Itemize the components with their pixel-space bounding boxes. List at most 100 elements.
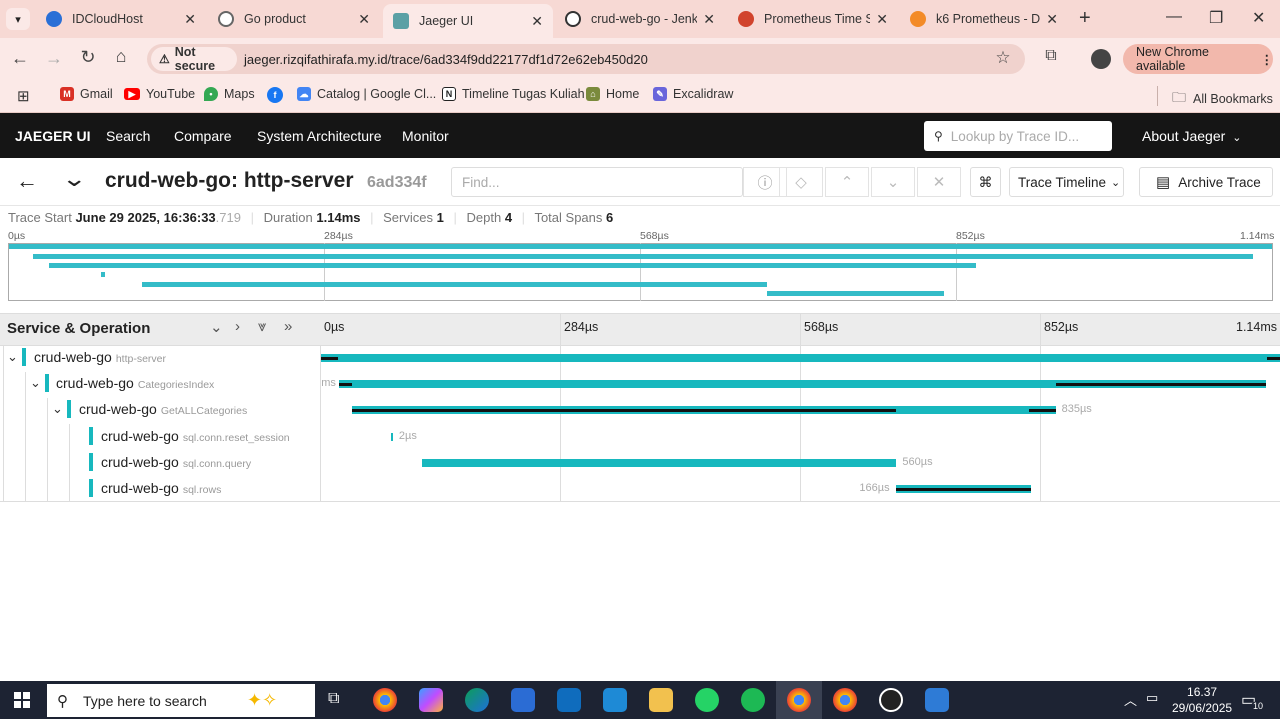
close-icon[interactable]: ✕ xyxy=(531,13,543,30)
apps-icon[interactable]: ⊞ xyxy=(17,87,30,105)
bookmark-catalog[interactable]: ☁ Catalog | Google Cl... xyxy=(297,87,436,101)
back-arrow-icon[interactable]: ← xyxy=(16,168,38,194)
bookmark-youtube[interactable]: ▶ YouTube xyxy=(124,87,195,101)
trace-view-select[interactable]: Trace Timeline ⌄ xyxy=(1009,167,1124,197)
browser-tab[interactable]: Go product ✕ xyxy=(208,4,380,34)
span-name[interactable]: crud-web-go sql.conn.reset_session xyxy=(101,428,290,444)
taskbar-search-box[interactable]: ⚲ Type here to search ✦✧ xyxy=(47,684,315,717)
trace-id-lookup-input[interactable]: ⚲ Lookup by Trace ID... xyxy=(924,121,1112,151)
file-explorer-icon[interactable] xyxy=(649,688,673,712)
browser-tab[interactable]: IDCloudHost ✕ xyxy=(36,4,206,34)
span-name-column xyxy=(0,346,321,502)
keyboard-shortcuts-icon[interactable]: ⌘ xyxy=(970,167,1001,197)
profile-avatar[interactable] xyxy=(1091,49,1111,69)
browser-tab[interactable]: Prometheus Time Series ✕ xyxy=(728,4,898,34)
obs-icon[interactable] xyxy=(879,688,903,712)
span-name[interactable]: crud-web-go CategoriesIndex xyxy=(56,375,214,391)
close-icon[interactable]: ✕ xyxy=(703,11,715,28)
expand-one-icon[interactable]: › xyxy=(235,318,240,335)
reload-icon[interactable]: ↻ xyxy=(77,47,99,68)
spotify-icon[interactable] xyxy=(741,688,765,712)
browser-tab[interactable]: crud-web-go - Jenkins ✕ xyxy=(555,4,725,34)
tree-indent-guide xyxy=(25,372,26,502)
chevron-down-icon[interactable]: ⌄ xyxy=(30,375,41,391)
jaeger-brand[interactable]: JAEGER UI xyxy=(15,128,90,144)
not-secure-badge[interactable]: ⚠ Not secure xyxy=(151,45,237,73)
windows-start-icon[interactable] xyxy=(14,692,30,708)
chevron-down-icon[interactable]: ⌄ xyxy=(7,349,18,365)
close-icon[interactable]: ✕ xyxy=(876,11,888,28)
taskbar-clock[interactable]: 16.37 29/06/2025 xyxy=(1172,684,1232,716)
chevron-down-icon: ▾ xyxy=(15,13,21,26)
battery-icon[interactable]: ▭ xyxy=(1146,690,1158,706)
total-spans-value: 6 xyxy=(606,210,614,225)
store-icon[interactable] xyxy=(511,688,535,712)
collapse-all-icon[interactable]: » xyxy=(284,318,292,335)
copilot-icon[interactable] xyxy=(419,688,443,712)
prev-match-icon[interactable]: ⌃ xyxy=(825,167,869,197)
browser-tab-active[interactable]: Jaeger UI ✕ xyxy=(383,4,553,38)
task-view-icon[interactable]: ⧉ xyxy=(328,690,339,708)
forward-icon[interactable]: → xyxy=(43,48,65,69)
collapse-chevron-icon[interactable]: ⌄ xyxy=(61,166,87,192)
nav-system-architecture[interactable]: System Architecture xyxy=(257,128,382,144)
whatsapp-icon[interactable] xyxy=(695,688,719,712)
minimize-button[interactable]: — xyxy=(1166,8,1182,26)
chrome-icon[interactable] xyxy=(833,688,857,712)
span-name[interactable]: crud-web-go http-server xyxy=(34,349,166,365)
remote-desktop-icon[interactable] xyxy=(925,688,949,712)
extensions-icon[interactable]: ⧉ xyxy=(1040,47,1062,65)
all-bookmarks-button[interactable]: 🗀 All Bookmarks xyxy=(1172,87,1273,111)
new-tab-button[interactable]: + xyxy=(1079,7,1091,30)
span-name[interactable]: crud-web-go sql.rows xyxy=(101,480,221,496)
globe-icon xyxy=(218,11,234,27)
span-bar[interactable] xyxy=(321,354,1280,362)
close-icon[interactable]: ✕ xyxy=(1046,11,1058,28)
nav-monitor[interactable]: Monitor xyxy=(402,128,449,144)
tab-search-button[interactable]: ▾ xyxy=(6,8,30,30)
archive-trace-button[interactable]: ▤ Archive Trace xyxy=(1139,167,1273,197)
trace-title: crud-web-go: http-server xyxy=(105,169,354,192)
close-window-button[interactable]: ✕ xyxy=(1252,8,1265,28)
url-text[interactable]: jaeger.rizqifathirafa.my.id/trace/6ad334… xyxy=(244,52,648,67)
chevron-down-icon[interactable]: ⌄ xyxy=(52,401,63,417)
home-icon[interactable]: ⌂ xyxy=(110,46,132,67)
timeline-header xyxy=(0,313,1280,346)
next-match-icon[interactable]: ⌄ xyxy=(871,167,915,197)
minimap-span-bar xyxy=(49,263,977,268)
span-bar[interactable] xyxy=(421,458,897,467)
bookmark-gmail[interactable]: M Gmail xyxy=(60,87,113,101)
close-icon[interactable]: ✕ xyxy=(358,11,370,28)
chrome-icon[interactable] xyxy=(373,688,397,712)
locate-icon[interactable]: ◇ xyxy=(779,167,823,197)
nav-search[interactable]: Search xyxy=(106,128,150,144)
home-bookmark-icon: ⌂ xyxy=(586,87,600,101)
edge-icon[interactable] xyxy=(465,688,489,712)
chrome-profile-icon[interactable] xyxy=(787,688,811,712)
nav-compare[interactable]: Compare xyxy=(174,128,232,144)
show-hidden-icons[interactable]: ︿ xyxy=(1124,690,1137,709)
find-input[interactable]: Find... xyxy=(451,167,743,197)
bookmark-excalidraw[interactable]: ✎ Excalidraw xyxy=(653,87,733,101)
grafana-icon xyxy=(910,11,926,27)
bookmark-star-icon[interactable]: ☆ xyxy=(992,48,1014,68)
vscode-icon[interactable] xyxy=(603,688,627,712)
outlook-icon[interactable] xyxy=(557,688,581,712)
close-icon[interactable]: ✕ xyxy=(184,11,196,28)
minimap-span-bar xyxy=(766,291,944,296)
bookmark-facebook[interactable]: f xyxy=(267,87,289,103)
back-icon[interactable]: ← xyxy=(9,48,31,69)
bookmark-home[interactable]: ⌂ Home xyxy=(586,87,639,101)
clear-search-icon[interactable]: ✕ xyxy=(917,167,961,197)
browser-tab[interactable]: k6 Prometheus - Dashb ✕ xyxy=(900,4,1068,34)
span-name[interactable]: crud-web-go sql.conn.query xyxy=(101,454,251,470)
span-name[interactable]: crud-web-go GetALLCategories xyxy=(79,401,247,417)
span-bar[interactable] xyxy=(391,432,393,441)
new-chrome-available-button[interactable]: New Chrome available ⋮ xyxy=(1123,44,1273,74)
about-jaeger-menu[interactable]: About Jaeger ⌄ xyxy=(1142,128,1241,144)
restore-button[interactable]: ❐ xyxy=(1209,8,1223,28)
collapse-one-icon[interactable]: ⌄ xyxy=(210,318,223,336)
expand-all-icon[interactable]: ⩔ xyxy=(258,318,266,335)
bookmark-maps[interactable]: • Maps xyxy=(204,87,255,101)
bookmark-timeline[interactable]: N Timeline Tugas Kuliah xyxy=(442,87,585,101)
